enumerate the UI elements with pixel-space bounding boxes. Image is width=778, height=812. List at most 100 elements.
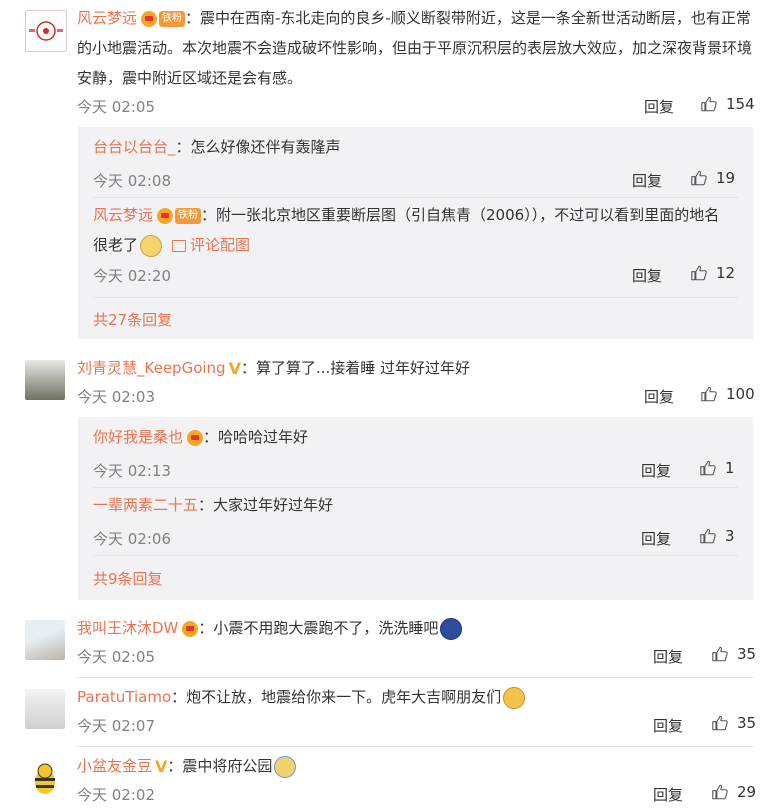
reply-body: 台台以台台_：怎么好像还伴有轰隆声: [93, 132, 341, 162]
thumb-up-icon: [690, 264, 708, 282]
like-button[interactable]: 29: [711, 783, 756, 801]
comment-body: 风云梦远 铁粉 ：震中在西南-东北走向的良乡-顺义断裂带附近，这是一条全新世活动断层…: [77, 3, 757, 93]
username[interactable]: 小盆友金豆: [77, 757, 152, 775]
verified-v-icon: V: [155, 756, 168, 776]
thumb-up-icon: [700, 385, 718, 403]
reply-button[interactable]: 回复: [632, 170, 662, 191]
comment-picture-link[interactable]: 评论配图: [190, 236, 250, 254]
like-count: 100: [726, 385, 755, 403]
avatar[interactable]: [25, 620, 65, 660]
divider: [93, 487, 738, 488]
fan-badge: 铁粉: [175, 207, 202, 224]
reply-item: 一辈两素二十五：大家过年好过年好 今天 02:06 回复 3: [93, 490, 738, 550]
reply-button[interactable]: 回复: [653, 715, 683, 736]
timestamp: 今天 02:03: [77, 388, 155, 406]
divider: [77, 677, 753, 678]
reply-body: 风云梦远 铁粉 ：附一张北京地区重要断层图（引自焦青（2006）），不过可以看到里面…: [93, 200, 733, 260]
username[interactable]: 风云梦远: [93, 206, 153, 224]
verified-v-icon: V: [228, 358, 241, 378]
comment-body: 刘青灵慧_KeepGoing V：算了算了...接着睡 过年好过年好: [77, 353, 470, 384]
glasses-emoji-icon: [140, 234, 163, 257]
comment-text: ：小震不用跑大震跑不了，洗洗睡吧: [198, 619, 439, 637]
reply-button[interactable]: 回复: [644, 386, 674, 407]
comment-text: ：算了算了...接着睡 过年好过年好: [240, 359, 471, 377]
like-count: 12: [716, 264, 736, 282]
reply-item: 你好我是桑也 ：哈哈哈过年好 今天 02:13 回复 1: [93, 422, 738, 482]
divider: [77, 746, 753, 747]
username[interactable]: 你好我是桑也: [93, 428, 183, 446]
comment-text: ：炮不让放，地震给你来一下。虎年大吉啊朋友们: [171, 688, 502, 706]
like-button[interactable]: 100: [700, 385, 755, 403]
reply-item: 台台以台台_：怎么好像还伴有轰隆声 今天 02:08 回复 19: [93, 132, 738, 192]
reply-button[interactable]: 回复: [653, 646, 683, 667]
fan-crown-icon: [157, 207, 174, 224]
fan-crown-icon: [182, 620, 199, 637]
like-count: 35: [737, 645, 757, 663]
avatar[interactable]: [25, 689, 65, 729]
view-more-replies[interactable]: 共9条回复: [93, 568, 163, 589]
reply-item: 风云梦远 铁粉 ：附一张北京地区重要断层图（引自焦青（2006）），不过可以看到里面…: [93, 200, 738, 290]
like-button[interactable]: 35: [711, 714, 756, 732]
reply-body: 你好我是桑也 ：哈哈哈过年好: [93, 422, 308, 452]
divider: [93, 555, 738, 556]
reply-list: 你好我是桑也 ：哈哈哈过年好 今天 02:13 回复 1 一辈两素二十五：大家过年…: [78, 417, 753, 600]
reply-button[interactable]: 回复: [641, 528, 671, 549]
thumb-up-icon: [690, 169, 708, 187]
like-count: 29: [737, 783, 757, 801]
avatar-logo-icon: [29, 21, 63, 41]
divider: [93, 297, 738, 298]
username[interactable]: ParatuTiamo: [77, 688, 171, 706]
timestamp: 今天 02:05: [77, 98, 155, 116]
reply-text: ：哈哈哈过年好: [203, 428, 309, 446]
avatar[interactable]: [25, 10, 67, 52]
like-button[interactable]: 12: [690, 264, 735, 282]
reply-body: 一辈两素二十五：大家过年好过年好: [93, 490, 333, 520]
thumb-up-icon: [699, 459, 717, 477]
username[interactable]: 一辈两素二十五: [93, 496, 198, 514]
like-button[interactable]: 3: [699, 527, 735, 545]
like-button[interactable]: 1: [699, 459, 735, 477]
reply-button[interactable]: 回复: [641, 460, 671, 481]
like-count: 35: [737, 714, 757, 732]
thumb-up-icon: [711, 783, 729, 801]
timestamp: 今天 02:13: [93, 462, 171, 480]
fan-badge: 铁粉: [159, 10, 186, 27]
fan-crown-icon: [141, 10, 158, 27]
thumb-up-icon: [700, 95, 718, 113]
reply-button[interactable]: 回复: [653, 784, 683, 805]
reply-text: ：怎么好像还伴有轰隆声: [175, 138, 341, 156]
divider: [93, 197, 738, 198]
timestamp: 今天 02:05: [77, 648, 155, 666]
comment-text: ：震中将府公园: [167, 757, 273, 775]
username[interactable]: 台台以台台_: [93, 138, 176, 156]
bee-icon: [35, 763, 55, 794]
like-button[interactable]: 19: [690, 169, 735, 187]
reply-button[interactable]: 回复: [632, 265, 662, 286]
like-count: 1: [725, 459, 735, 477]
username[interactable]: 我叫王沐沐DW: [77, 619, 178, 637]
like-button[interactable]: 35: [711, 645, 756, 663]
username[interactable]: 风云梦远: [77, 9, 137, 27]
reply-button[interactable]: 回复: [644, 96, 674, 117]
timestamp: 今天 02:08: [93, 172, 171, 190]
baby-emoji-icon: [274, 755, 297, 778]
like-button[interactable]: 154: [700, 95, 755, 113]
comment-body: ParatuTiamo：炮不让放，地震给你来一下。虎年大吉啊朋友们: [77, 682, 526, 712]
view-more-replies[interactable]: 共27条回复: [93, 309, 172, 330]
reply-list: 台台以台台_：怎么好像还伴有轰隆声 今天 02:08 回复 19 风云梦远 铁粉 ：…: [78, 127, 753, 339]
timestamp: 今天 02:06: [93, 530, 171, 548]
timestamp: 今天 02:02: [77, 786, 155, 804]
username[interactable]: 刘青灵慧_KeepGoing: [77, 359, 226, 377]
like-count: 154: [726, 95, 755, 113]
comment-body: 我叫王沐沐DW ：小震不用跑大震跑不了，洗洗睡吧: [77, 613, 463, 643]
fan-crown-icon: [187, 429, 204, 446]
thumb-up-icon: [711, 714, 729, 732]
avatar[interactable]: [25, 758, 65, 798]
image-icon: [172, 239, 187, 252]
avatar[interactable]: [25, 360, 65, 400]
like-count: 3: [725, 527, 735, 545]
thumb-up-icon: [699, 527, 717, 545]
like-count: 19: [716, 169, 736, 187]
timestamp: 今天 02:20: [93, 267, 171, 285]
tiger-emoji-icon: [503, 686, 526, 709]
